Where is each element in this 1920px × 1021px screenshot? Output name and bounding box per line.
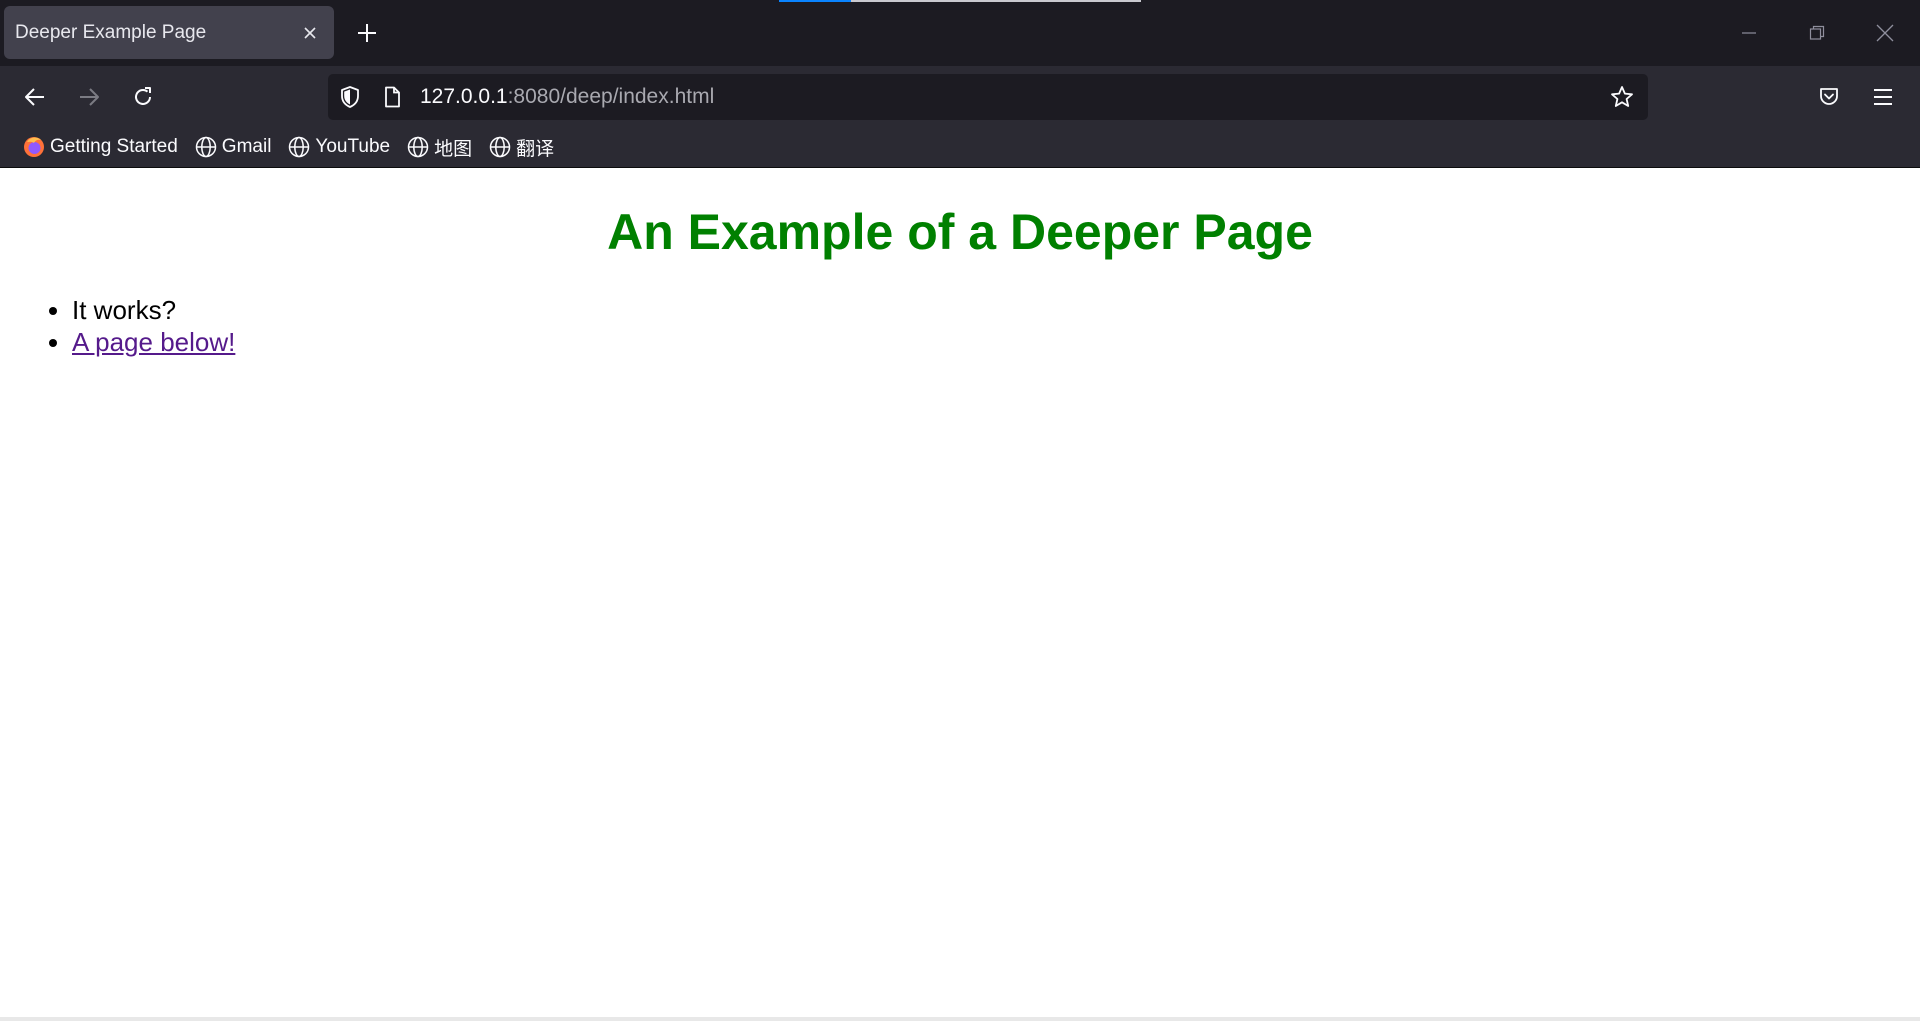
pocket-button[interactable]	[1810, 78, 1848, 116]
close-window-button[interactable]	[1851, 0, 1919, 66]
reload-button[interactable]	[124, 78, 162, 116]
arrow-left-icon	[25, 88, 44, 106]
bookmarks-toolbar: Getting Started Gmail YouTube 地图 翻译	[0, 127, 1920, 168]
bottom-edge	[0, 1017, 1920, 1021]
bookmark-getting-started[interactable]: Getting Started	[16, 131, 184, 163]
bookmark-label: YouTube	[315, 136, 391, 157]
tab-title: Deeper Example Page	[15, 21, 207, 43]
close-tab-button[interactable]	[294, 17, 326, 49]
arrow-right-icon	[80, 88, 99, 106]
forward-button[interactable]	[70, 78, 108, 116]
bookmark-maps[interactable]: 地图	[400, 131, 478, 163]
page-load-progress	[779, 0, 1141, 2]
restore-button[interactable]	[1783, 0, 1851, 66]
url-path: :8080/deep/index.html	[507, 85, 715, 108]
plus-icon	[358, 24, 376, 42]
list-item: It works?	[72, 294, 235, 326]
bookmark-label: Getting Started	[50, 136, 178, 157]
bookmark-gmail[interactable]: Gmail	[188, 131, 278, 163]
new-tab-button[interactable]	[350, 16, 384, 50]
restore-icon	[1809, 25, 1825, 40]
app-menu-button[interactable]	[1864, 78, 1902, 116]
navigation-toolbar: 127.0.0.1:8080/deep/index.html	[0, 66, 1920, 127]
back-button[interactable]	[16, 78, 54, 116]
shield-icon	[341, 86, 359, 108]
bookmark-youtube[interactable]: YouTube	[281, 131, 396, 163]
address-bar[interactable]: 127.0.0.1:8080/deep/index.html	[328, 74, 1648, 120]
globe-icon	[287, 135, 311, 159]
bookmark-star-button[interactable]	[1604, 74, 1640, 120]
list-item-text: It works?	[72, 295, 177, 325]
bookmark-translate[interactable]: 翻译	[482, 131, 560, 163]
tracking-protection-button[interactable]	[332, 74, 368, 120]
page-icon	[385, 86, 400, 108]
title-bar: Deeper Example Page	[0, 0, 1920, 66]
hamburger-menu-icon	[1874, 89, 1892, 105]
firefox-icon	[22, 135, 46, 159]
globe-icon	[194, 135, 218, 159]
page-load-progress-fill	[779, 0, 851, 2]
bookmark-label: Gmail	[221, 136, 272, 157]
pocket-icon	[1820, 88, 1838, 105]
page-below-link[interactable]: A page below!	[72, 327, 235, 357]
tab-active[interactable]: Deeper Example Page	[4, 6, 334, 59]
close-icon	[1876, 24, 1894, 42]
globe-icon	[488, 135, 512, 159]
url-host: 127.0.0.1	[420, 85, 508, 108]
bookmark-label: 翻译	[516, 138, 555, 160]
page-content: An Example of a Deeper Page It works? A …	[0, 169, 1920, 1017]
site-info-button[interactable]	[374, 74, 410, 120]
page-heading: An Example of a Deeper Page	[607, 204, 1313, 260]
bookmark-label: 地图	[434, 138, 473, 160]
list-item: A page below!	[72, 326, 235, 358]
globe-icon	[406, 135, 430, 159]
reload-icon	[135, 87, 151, 105]
url-text[interactable]: 127.0.0.1:8080/deep/index.html	[420, 74, 714, 120]
page-list: It works? A page below!	[44, 294, 235, 358]
minimize-icon	[1742, 32, 1756, 34]
star-icon	[1611, 86, 1633, 107]
minimize-button[interactable]	[1715, 0, 1783, 66]
close-icon	[304, 26, 316, 39]
